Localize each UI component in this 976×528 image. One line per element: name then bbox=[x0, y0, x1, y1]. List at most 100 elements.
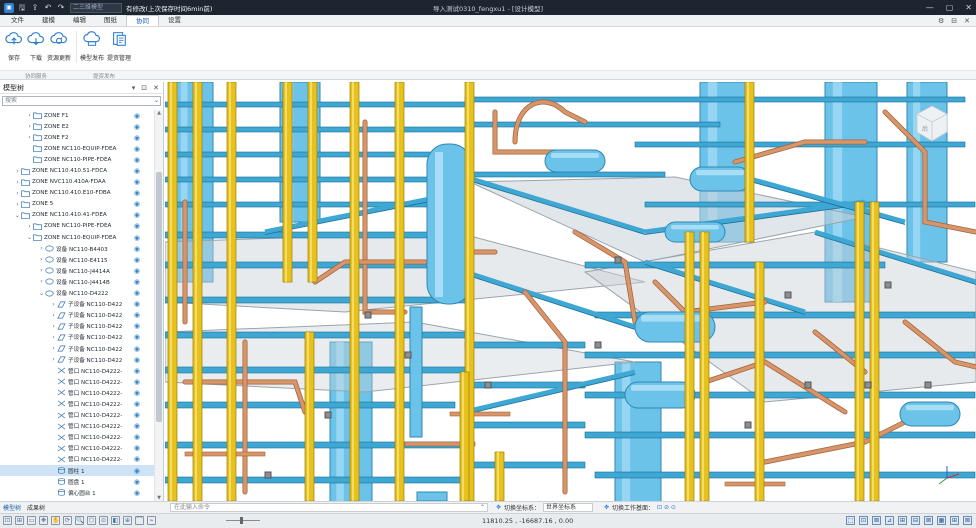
share-icon[interactable]: ⇪ bbox=[30, 3, 40, 13]
expand-toggle-icon[interactable]: › bbox=[50, 323, 57, 330]
view-cube[interactable]: 后 bbox=[915, 104, 949, 144]
view-tool-button[interactable]: ⌁ bbox=[147, 516, 156, 525]
tree-row[interactable]: › ZONE NC110.410.51-FDCA ◉ bbox=[0, 165, 154, 176]
minimize-button[interactable]: — bbox=[926, 0, 934, 15]
ribbon-restore-icon[interactable]: ⊟ bbox=[951, 17, 957, 25]
view-tool-button[interactable]: ⊕ bbox=[123, 516, 132, 525]
view-tool-button[interactable]: ⊡ bbox=[3, 516, 12, 525]
expand-toggle-icon[interactable]: › bbox=[50, 356, 57, 363]
visibility-eye-icon[interactable]: ◉ bbox=[134, 134, 140, 142]
visibility-eye-icon[interactable]: ◉ bbox=[134, 200, 140, 208]
panel-menu-icon[interactable]: ▾ bbox=[132, 84, 136, 92]
tree-row[interactable]: 圆盘 1 ◉ bbox=[0, 476, 154, 487]
expand-toggle-icon[interactable]: › bbox=[14, 201, 21, 208]
view-tool-button[interactable]: ⌒ bbox=[135, 516, 144, 525]
panel-float-icon[interactable]: ⊡ bbox=[141, 84, 147, 92]
tab-results-tree[interactable]: 成果树 bbox=[27, 503, 45, 512]
visibility-eye-icon[interactable]: ◉ bbox=[134, 356, 140, 364]
tree-row[interactable]: › 子设备 NC110-D422 ◉ bbox=[0, 310, 154, 321]
tree-row[interactable]: › ZONE E2 ◉ bbox=[0, 121, 154, 132]
expand-toggle-icon[interactable]: › bbox=[38, 267, 45, 274]
view-tool-button[interactable]: ◧ bbox=[111, 516, 120, 525]
tab-collaboration[interactable]: 协同 bbox=[126, 15, 159, 26]
close-button[interactable]: ✕ bbox=[965, 0, 972, 15]
visibility-eye-icon[interactable]: ◉ bbox=[134, 455, 140, 463]
workplane-options[interactable]: ⊡ ⊘ ⊙ bbox=[657, 504, 676, 511]
view-tool-button[interactable]: ✥ bbox=[39, 516, 48, 525]
tree-row[interactable]: › 设备 NC110-E4115 ◉ bbox=[0, 254, 154, 265]
expand-toggle-icon[interactable]: › bbox=[50, 334, 57, 341]
tree-row[interactable]: › 子设备 NC110-D422 ◉ bbox=[0, 299, 154, 310]
visibility-eye-icon[interactable]: ◉ bbox=[134, 222, 140, 230]
redo-icon[interactable]: ↷ bbox=[56, 3, 66, 13]
view-tool-button[interactable]: ⊙ bbox=[99, 516, 108, 525]
tree-row[interactable]: › 子设备 NC110-D422 ◉ bbox=[0, 343, 154, 354]
visibility-eye-icon[interactable]: ◉ bbox=[134, 145, 140, 153]
tree-row[interactable]: › ZONE NC110-PIPE-FDEA ◉ bbox=[0, 221, 154, 232]
tree-row[interactable]: › ZONE F1 ◉ bbox=[0, 110, 154, 121]
tree-row[interactable]: ⌄ ZONE NC110-EQUIP-FDEA ◉ bbox=[0, 232, 154, 243]
visibility-eye-icon[interactable]: ◉ bbox=[134, 167, 140, 175]
plant-model-scene[interactable] bbox=[165, 82, 976, 501]
tab-model-tree[interactable]: 模型树 bbox=[3, 503, 21, 512]
tree-row[interactable]: 管口 NC110-D4222- ◉ bbox=[0, 398, 154, 409]
command-input[interactable]: 在此输入命令 ⌃ bbox=[170, 503, 488, 512]
tree-row[interactable]: ⌄ 设备 NC110-D4222 ◉ bbox=[0, 288, 154, 299]
ribbon-close-icon[interactable]: ✕ bbox=[964, 17, 970, 25]
panel-close-icon[interactable]: ✕ bbox=[153, 84, 159, 92]
visibility-eye-icon[interactable]: ◉ bbox=[134, 489, 140, 497]
tree-row[interactable]: › 子设备 NC110-D422 ◉ bbox=[0, 354, 154, 365]
visibility-eye-icon[interactable]: ◉ bbox=[134, 322, 140, 330]
maximize-button[interactable]: ▢ bbox=[946, 0, 954, 15]
tab-edit[interactable]: 编辑 bbox=[64, 15, 95, 26]
visibility-eye-icon[interactable]: ◉ bbox=[134, 123, 140, 131]
tree-row[interactable]: 管口 NC110-D4222- ◉ bbox=[0, 387, 154, 398]
view-tool-button[interactable]: ⟳ bbox=[63, 516, 72, 525]
visibility-eye-icon[interactable]: ◉ bbox=[134, 378, 140, 386]
scroll-thumb[interactable] bbox=[156, 172, 162, 422]
visibility-eye-icon[interactable]: ◉ bbox=[134, 256, 140, 264]
scroll-up-icon[interactable]: ▲ bbox=[155, 110, 163, 116]
tree-row[interactable]: › 设备 NC110-J4414A ◉ bbox=[0, 265, 154, 276]
snap-tool-button[interactable]: ⊞ bbox=[898, 516, 907, 525]
visibility-eye-icon[interactable]: ◉ bbox=[134, 245, 140, 253]
tree-row[interactable]: ZONE NC110-EQUIP-FDEA ◉ bbox=[0, 143, 154, 154]
visibility-eye-icon[interactable]: ◉ bbox=[134, 112, 140, 120]
3d-viewport[interactable]: 后 bbox=[165, 82, 976, 501]
expand-toggle-icon[interactable]: › bbox=[50, 312, 57, 319]
expand-toggle-icon[interactable]: › bbox=[38, 278, 45, 285]
visibility-eye-icon[interactable]: ◉ bbox=[134, 478, 140, 486]
view-tool-button[interactable]: ▭ bbox=[27, 516, 36, 525]
chevron-down-icon[interactable]: ⌄ bbox=[154, 97, 159, 105]
tab-file[interactable]: 文件 bbox=[2, 15, 33, 26]
tree-row[interactable]: 管口 NC110-D4222- ◉ bbox=[0, 410, 154, 421]
coordinate-system-select[interactable]: 世界坐标系 bbox=[543, 503, 594, 512]
visibility-eye-icon[interactable]: ◉ bbox=[134, 300, 140, 308]
visibility-eye-icon[interactable]: ◉ bbox=[134, 178, 140, 186]
tab-modeling[interactable]: 建模 bbox=[33, 15, 64, 26]
tree-row[interactable]: 管口 NC110-D4222- ◉ bbox=[0, 421, 154, 432]
tree-row[interactable]: › ZONE 5 ◉ bbox=[0, 199, 154, 210]
expand-toggle-icon[interactable]: › bbox=[26, 223, 33, 230]
snap-tool-button[interactable]: ⊠ bbox=[924, 516, 933, 525]
visibility-eye-icon[interactable]: ◉ bbox=[134, 278, 140, 286]
resource-update-button[interactable]: 资源更新 bbox=[47, 30, 71, 62]
model-publish-button[interactable]: 模型发布 bbox=[80, 30, 104, 62]
tree-row[interactable]: 管口 NC110-D4222- ◉ bbox=[0, 443, 154, 454]
document-manage-button[interactable]: 提资管理 bbox=[107, 30, 131, 62]
tree-row[interactable]: › ZONE NVC110.410A-FDAA ◉ bbox=[0, 177, 154, 188]
tree-row[interactable]: › 子设备 NC110-D422 ◉ bbox=[0, 332, 154, 343]
chevron-up-icon[interactable]: ⌃ bbox=[480, 504, 485, 511]
expand-toggle-icon[interactable]: ⌄ bbox=[38, 290, 45, 297]
tree-scrollbar[interactable]: ▲ ▼ bbox=[154, 110, 163, 501]
visibility-eye-icon[interactable]: ◉ bbox=[134, 211, 140, 219]
save-button[interactable]: 保存 bbox=[5, 30, 23, 62]
save-icon[interactable]: 🖫 bbox=[17, 3, 27, 13]
visibility-eye-icon[interactable]: ◉ bbox=[134, 389, 140, 397]
undo-icon[interactable]: ↶ bbox=[43, 3, 53, 13]
visibility-eye-icon[interactable]: ◉ bbox=[134, 345, 140, 353]
tree-row[interactable]: › ZONE NC110.410.E10-FDBA ◉ bbox=[0, 188, 154, 199]
tree-row[interactable]: 管口 NC110-D4222- ◉ bbox=[0, 432, 154, 443]
snap-tool-button[interactable]: ⊡ bbox=[859, 516, 868, 525]
tree-row[interactable]: 圆柱 1 ◉ bbox=[0, 465, 154, 477]
